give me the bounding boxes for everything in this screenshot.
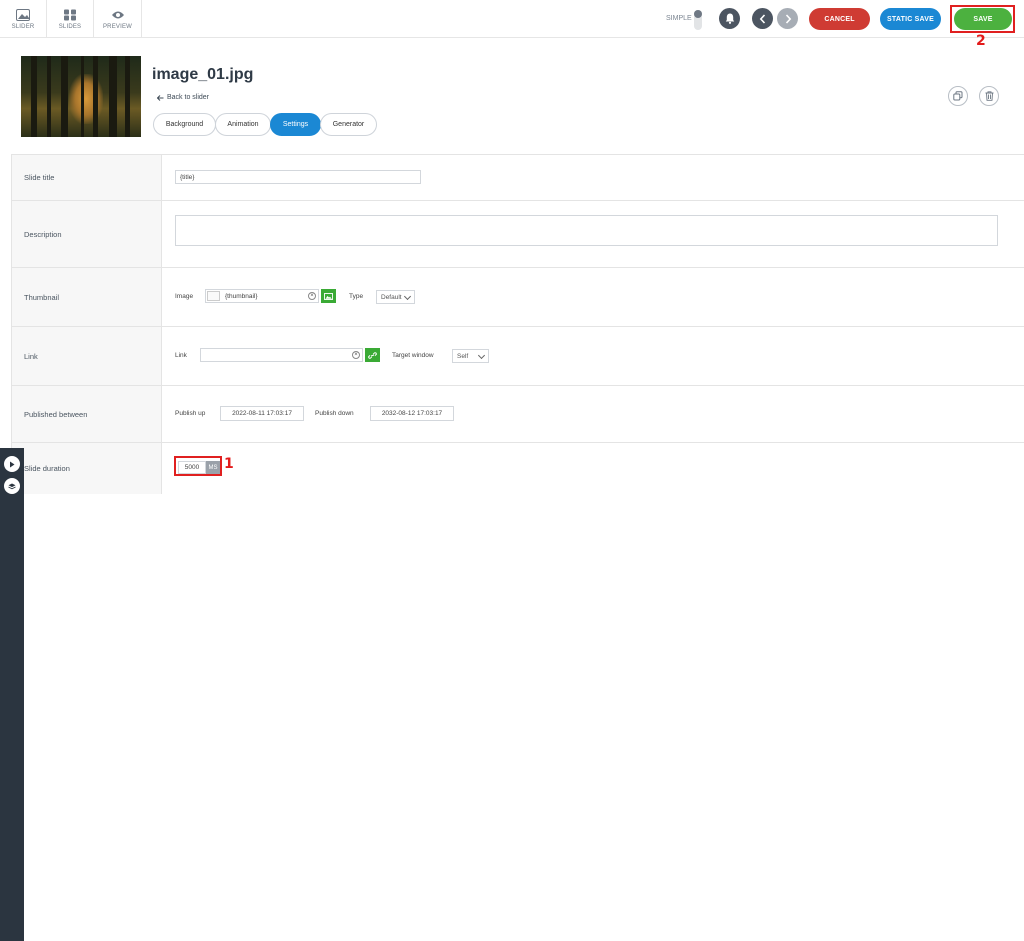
link-icon [368, 351, 377, 359]
link-row: Link Link × Target window Self [12, 327, 1024, 386]
chevron-left-icon [759, 13, 765, 24]
target-window-label: Target window [392, 352, 434, 359]
duration-highlight-box [174, 456, 222, 476]
next-slide-button[interactable] [777, 8, 798, 29]
thumbnail-type-select[interactable]: Default [376, 290, 415, 304]
tab-generator[interactable]: Generator [320, 113, 377, 136]
link-input[interactable] [200, 348, 363, 362]
nav-slider-label: SLIDER [11, 23, 35, 30]
slide-duration-row: Slide duration 5000 MS [12, 443, 1024, 494]
thumbnail-browse-button[interactable] [321, 289, 336, 303]
slide-settings-form: Slide title {title} Description Thumbnai… [11, 154, 1024, 494]
thumbnail-image-label: Image [175, 293, 194, 300]
play-icon [10, 461, 15, 467]
layers-button[interactable] [4, 478, 20, 494]
save-step-marker: 2 [976, 33, 986, 49]
copy-icon [953, 91, 963, 101]
chevron-right-icon [785, 13, 791, 24]
thumbnail-image-input[interactable]: {thumbnail} [205, 289, 319, 303]
top-nav: SLIDER SLIDES PREVIEW [0, 0, 142, 38]
duplicate-slide-button[interactable] [948, 86, 968, 106]
notifications-button[interactable] [719, 8, 740, 29]
image-icon [324, 292, 333, 300]
play-button[interactable] [4, 456, 20, 472]
publish-up-input[interactable]: 2022-08-11 17:03:17 [220, 406, 304, 421]
static-save-button[interactable]: STATIC SAVE [880, 8, 941, 30]
back-to-slider-label: Back to slider [167, 94, 210, 101]
trash-icon [985, 91, 993, 101]
arrow-left-icon [157, 94, 164, 101]
slide-title-input[interactable]: {title} [175, 170, 421, 184]
slide-title-heading: image_01.jpg [152, 66, 254, 83]
thumbnail-preview-box [207, 291, 220, 301]
tab-animation[interactable]: Animation [215, 113, 271, 136]
description-label: Description [12, 201, 162, 267]
thumbnail-type-label: Type [349, 293, 364, 300]
thumbnail-row: Thumbnail Image {thumbnail} × Type Defau… [12, 268, 1024, 327]
slide-title-label: Slide title [12, 155, 162, 200]
nav-slides-button[interactable]: SLIDES [47, 0, 94, 38]
slide-thumbnail-image [21, 56, 141, 137]
eye-icon [111, 11, 124, 18]
slide-tabs: Background Animation Settings Generator [153, 113, 377, 136]
link-browse-button[interactable] [365, 348, 380, 362]
left-quick-bar [0, 448, 24, 941]
duration-step-marker: 1 [224, 456, 234, 472]
top-toolbar: SLIDER SLIDES PREVIEW SIMPLE CANCEL STAT… [0, 0, 1024, 38]
description-textarea[interactable] [175, 215, 998, 246]
thumbnail-label: Thumbnail [12, 268, 162, 326]
publish-down-label: Publish down [315, 410, 354, 417]
slide-title-row: Slide title {title} [12, 155, 1024, 201]
nav-slider-button[interactable]: SLIDER [0, 0, 47, 38]
thumbnail-clear-icon[interactable]: × [308, 292, 316, 300]
target-window-select[interactable]: Self [452, 349, 489, 363]
link-label: Link [12, 327, 162, 385]
published-row: Published between Publish up 2022-08-11 … [12, 386, 1024, 443]
tab-settings[interactable]: Settings [270, 113, 321, 136]
bell-icon [725, 13, 734, 24]
layers-icon [8, 483, 16, 489]
description-row: Description [12, 201, 1024, 268]
published-between-label: Published between [12, 386, 162, 442]
link-field-label: Link [175, 352, 187, 359]
publish-up-label: Publish up [175, 410, 206, 417]
nav-preview-label: PREVIEW [102, 23, 133, 30]
slide-duration-label: Slide duration [12, 443, 162, 494]
back-to-slider-link[interactable]: Back to slider [157, 94, 209, 101]
simple-mode-label: SIMPLE [666, 15, 692, 22]
simple-mode-toggle[interactable] [694, 10, 702, 30]
link-clear-icon[interactable]: × [352, 351, 360, 359]
save-highlight-box [950, 5, 1015, 33]
publish-down-input[interactable]: 2032-08-12 17:03:17 [370, 406, 454, 421]
nav-slides-label: SLIDES [58, 23, 82, 30]
previous-slide-button[interactable] [752, 8, 773, 29]
cancel-button[interactable]: CANCEL [809, 8, 870, 30]
image-icon [16, 8, 30, 21]
delete-slide-button[interactable] [979, 86, 999, 106]
nav-preview-button[interactable]: PREVIEW [94, 0, 142, 38]
tab-background[interactable]: Background [153, 113, 216, 136]
grid-icon [64, 9, 76, 20]
